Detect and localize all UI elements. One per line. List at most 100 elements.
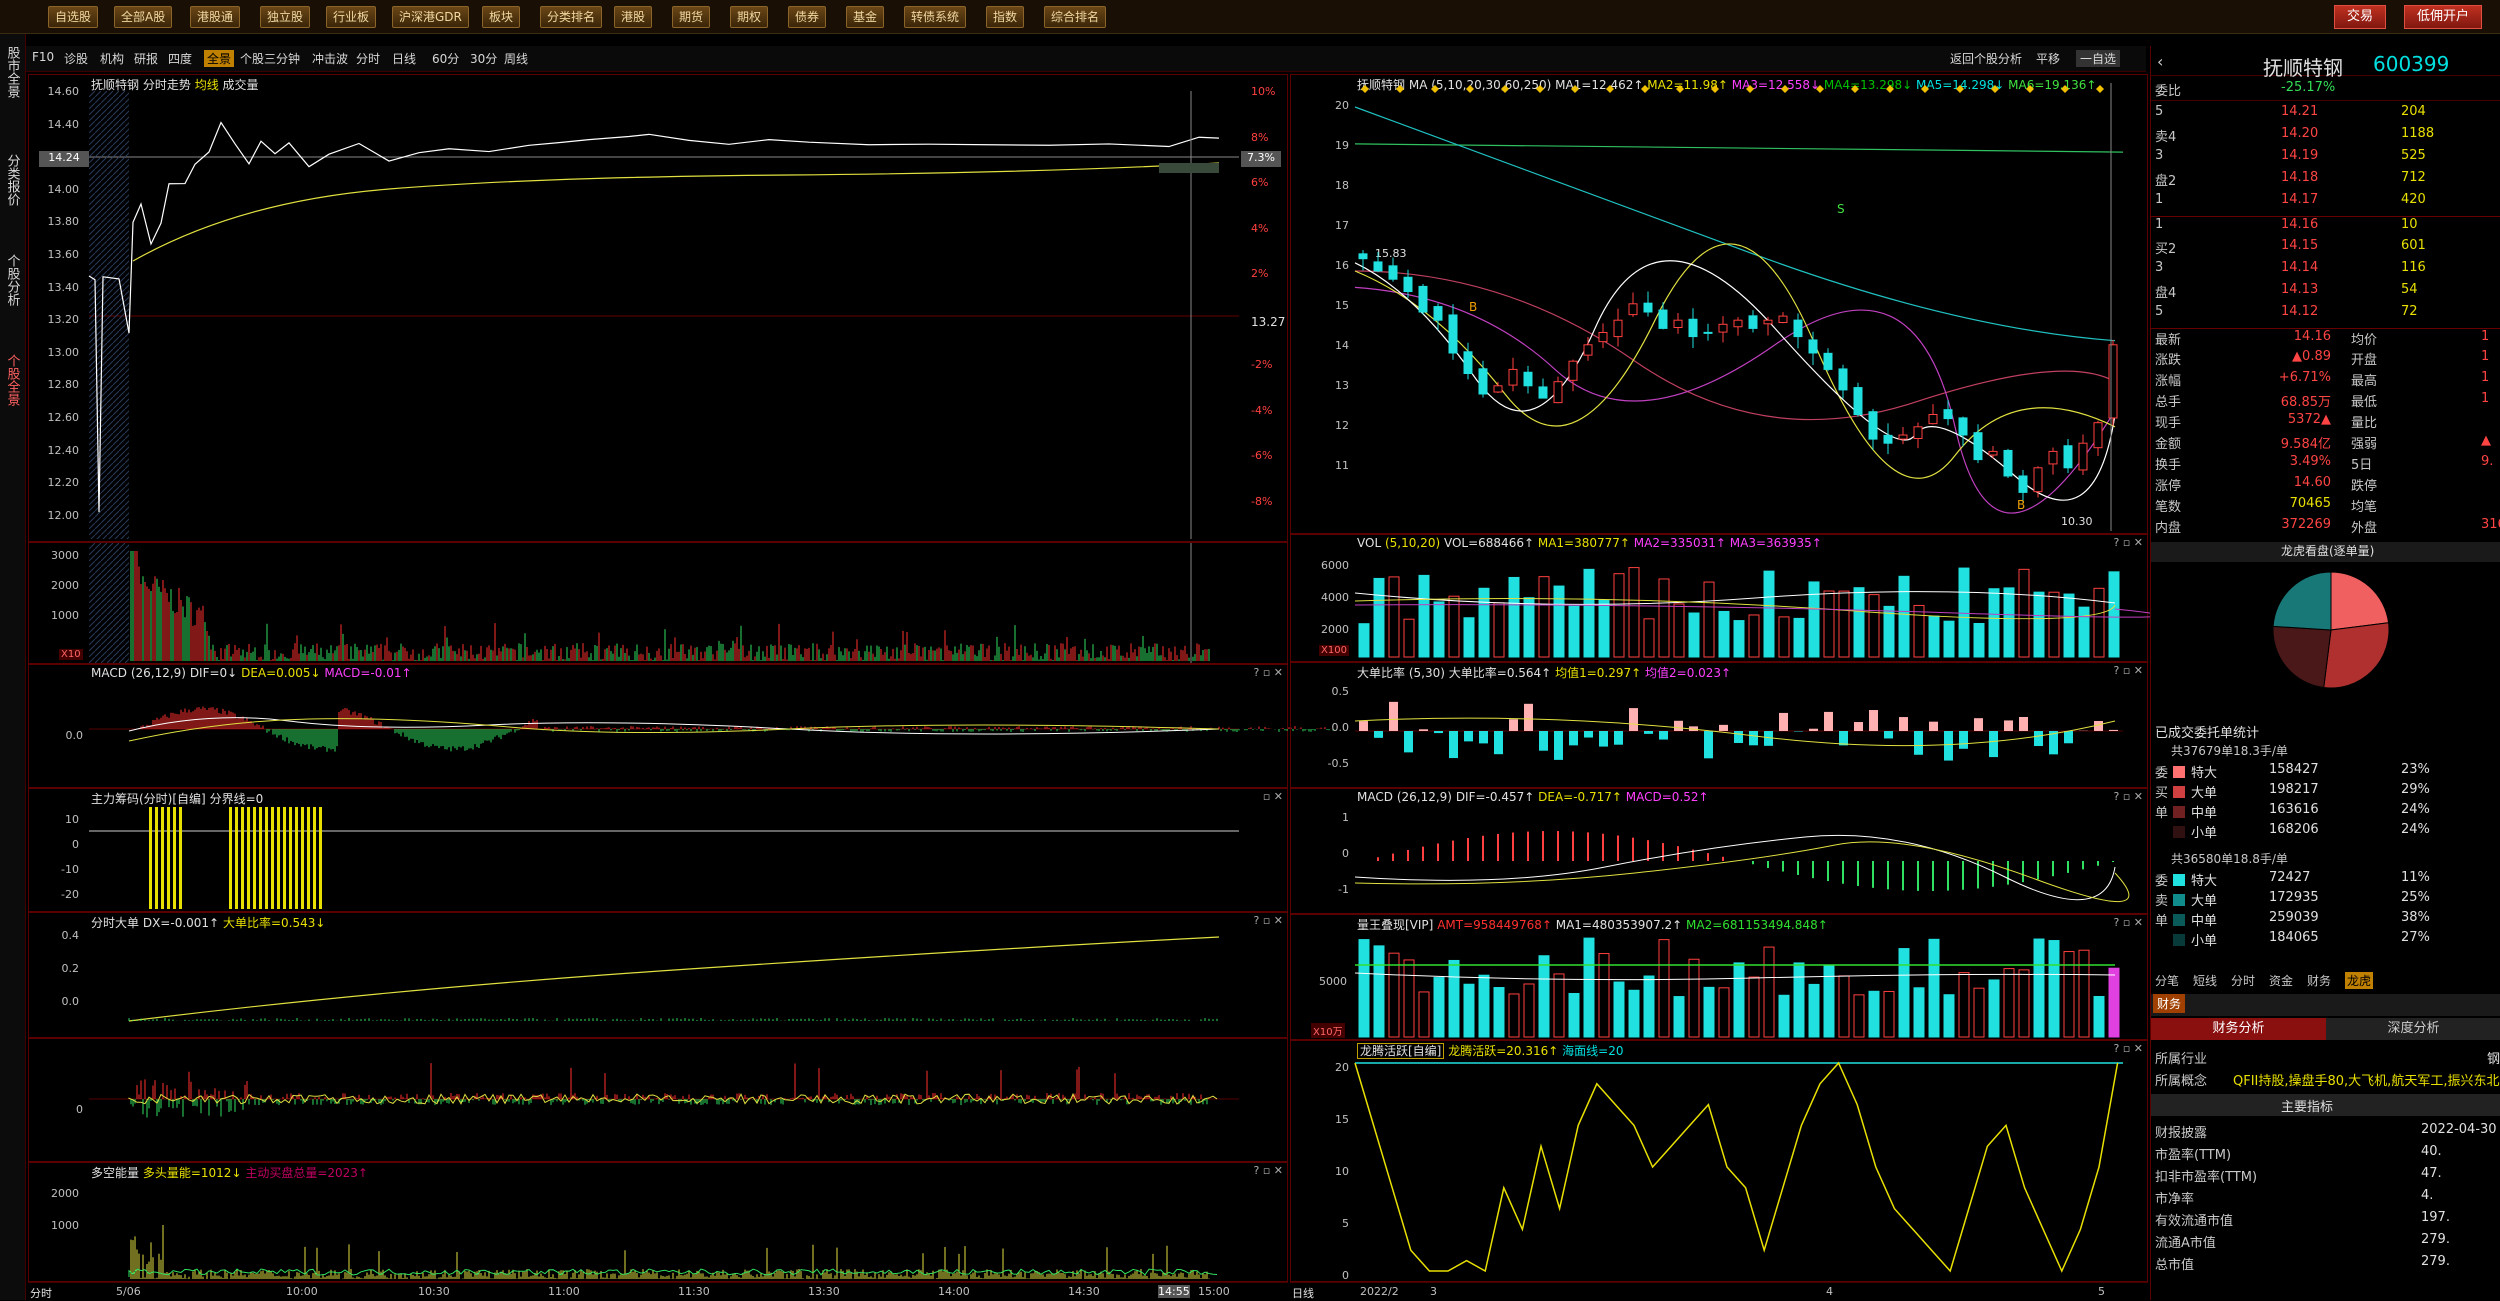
macd-title[interactable]: MACD [91, 666, 127, 680]
axis-tick: 12.80 [39, 378, 79, 391]
legend-swatch [2173, 786, 2185, 798]
pane-controls-icon[interactable]: ? ▫ ✕ [1253, 1164, 1283, 1177]
pane-controls-icon[interactable]: ? ▫ ✕ [1253, 914, 1283, 927]
toolbar-item[interactable]: 沪深港GDR [392, 6, 469, 28]
axis-tick: 2000 [39, 1187, 79, 1200]
stat-label: 涨跌 [2155, 349, 2181, 368]
toolbar-item[interactable]: 港股 [614, 6, 652, 28]
daily-bigorder-pane: 大单比率 (5,30) 大单比率=0.564↑ 均值1=0.297↑ 均值2=0… [1290, 662, 2148, 788]
subtab-item[interactable]: F10 [32, 50, 54, 64]
toolbar-item[interactable]: 行业板 [326, 6, 376, 28]
panel-tab[interactable]: 资金 [2269, 972, 2293, 989]
daily-ma-label[interactable]: MA [1409, 78, 1428, 92]
daily-macd-title[interactable]: MACD [1357, 790, 1393, 804]
toolbar-item[interactable]: 全部A股 [114, 6, 172, 28]
pane-controls-icon[interactable]: ▫ ✕ [1263, 790, 1283, 803]
vk-ma2: MA2=681153494.848↑ [1686, 918, 1828, 932]
pane-controls-icon[interactable]: ? ▫ ✕ [2113, 1042, 2143, 1055]
period-label[interactable]: 分时 [30, 1285, 52, 1301]
subtab-item[interactable]: 诊股 [64, 50, 88, 67]
subtab-item[interactable]: 日线 [392, 50, 416, 67]
stat-label: 涨幅 [2155, 370, 2181, 389]
subtab-item[interactable]: 全景 [204, 50, 234, 67]
row-vol: 259039 [2269, 910, 2319, 925]
toolbar-item[interactable]: 转债系统 [904, 6, 966, 28]
stat-row: 笔数70465均笔 [2151, 496, 2500, 517]
nav-tab-market[interactable]: 股市全景 [2, 46, 22, 102]
volume-bar [1824, 591, 1834, 657]
bigorder-bar [1509, 719, 1518, 731]
axis-tick: 12.00 [39, 509, 79, 522]
panel-tab[interactable]: 龙虎 [2345, 972, 2373, 989]
signal-diamond-icon [2096, 85, 2104, 93]
toolbar-item[interactable]: 自选股 [48, 6, 98, 28]
toolbar-item[interactable]: 期权 [730, 6, 768, 28]
chip-bar [265, 807, 268, 909]
daily-kline-pane[interactable]: 抚顺特钢 MA (5,10,20,30,60,250) MA1=12.462↑ … [1290, 74, 2148, 534]
bigorder-bar [1704, 731, 1713, 758]
daily-big-title[interactable]: 大单比率 [1357, 666, 1405, 680]
vk-title[interactable]: 量王叠现[VIP] [1357, 918, 1433, 932]
subtab-item[interactable]: 机构 [100, 50, 124, 67]
daily-macd-val: MACD=0.52↑ [1626, 790, 1709, 804]
volume-bar [1464, 618, 1474, 657]
toolbar-item[interactable]: 独立股 [260, 6, 310, 28]
toolbar-item[interactable]: 港股通 [190, 6, 240, 28]
toolbar-item[interactable]: 板块 [482, 6, 520, 28]
subtab-item[interactable]: 研报 [134, 50, 158, 67]
bid-row: 114.1610 [2151, 216, 2500, 237]
chip-title[interactable]: 主力筹码(分时)[自编] [91, 792, 206, 806]
nav-tab-quote[interactable]: 分类报价 [2, 154, 22, 210]
panel-tab[interactable]: 分笔 [2155, 972, 2179, 989]
candle-body [1539, 387, 1547, 398]
candle-body [1944, 410, 1952, 419]
pane-controls-icon[interactable]: ? ▫ ✕ [1253, 666, 1283, 679]
toolbar-item[interactable]: 分类排名 [540, 6, 602, 28]
nav-tab-analysis[interactable]: 个股分析 [2, 254, 22, 310]
volume-bar [1674, 604, 1684, 657]
pane-controls-icon[interactable]: ? ▫ ✕ [2113, 536, 2143, 549]
pane-controls-icon[interactable]: ? ▫ ✕ [2113, 790, 2143, 803]
subtab-item[interactable]: 四度 [168, 50, 192, 67]
daily-vol-title[interactable]: VOL [1357, 536, 1381, 550]
daily-period-label[interactable]: 日线 [1292, 1285, 1314, 1301]
subtab-item[interactable]: 30分 [470, 50, 497, 67]
dragon-title[interactable]: 龙腾活跃[自编] [1357, 1043, 1444, 1059]
panel-tab[interactable]: 财务 [2307, 972, 2331, 989]
longshort-title[interactable]: 多空能量 [91, 1166, 139, 1180]
subtab-item[interactable]: 冲击波 [312, 50, 348, 67]
intraday-chart-pane[interactable]: 抚顺特钢 分时走势 均线 成交量 14.6014.4014.2014.0013.… [28, 74, 1288, 542]
toolbar-item[interactable]: 债券 [788, 6, 826, 28]
candle-body [1434, 307, 1442, 321]
back-to-analysis-link[interactable]: 返回个股分析 [1950, 50, 2022, 67]
pane-controls-icon[interactable]: ? ▫ ✕ [2113, 916, 2143, 929]
open-account-button[interactable]: 低佣开户 [2404, 5, 2482, 29]
finance-tab[interactable]: 财务 [2153, 994, 2185, 1013]
watchlist-select[interactable]: 一自选 [2076, 50, 2120, 67]
subtab-item[interactable]: 个股三分钟 [240, 50, 300, 67]
subtab-item[interactable]: 60分 [432, 50, 459, 67]
volume-bar [1599, 600, 1609, 657]
volume-bar [1719, 611, 1729, 657]
toolbar-item[interactable]: 指数 [986, 6, 1024, 28]
subtab-item[interactable]: 周线 [504, 50, 528, 67]
deep-analysis-tab[interactable]: 深度分析 [2326, 1018, 2500, 1040]
trade-button[interactable]: 交易 [2334, 5, 2386, 29]
pan-button[interactable]: 平移 [2036, 50, 2060, 67]
back-arrow-icon[interactable]: ‹ [2157, 52, 2163, 71]
chip-bar [277, 807, 280, 909]
toolbar-item[interactable]: 基金 [846, 6, 884, 28]
fin-analysis-tab[interactable]: 财务分析 [2151, 1018, 2326, 1040]
bigorder-bar [1914, 731, 1923, 755]
fin-label: 扣非市盈率(TTM) [2155, 1166, 2257, 1185]
big-order-title[interactable]: 分时大单 [91, 916, 139, 930]
pane-controls-icon[interactable]: ? ▫ ✕ [2113, 664, 2143, 677]
toolbar-item[interactable]: 综合排名 [1044, 6, 1106, 28]
stat-value2: 1 [2481, 349, 2489, 364]
panel-tab[interactable]: 短线 [2193, 972, 2217, 989]
subtab-item[interactable]: 分时 [356, 50, 380, 67]
panel-tab[interactable]: 分时 [2231, 972, 2255, 989]
amt-bar [1629, 990, 1639, 1037]
toolbar-item[interactable]: 期货 [672, 6, 710, 28]
nav-tab-overview[interactable]: 个股全景 [2, 354, 22, 410]
